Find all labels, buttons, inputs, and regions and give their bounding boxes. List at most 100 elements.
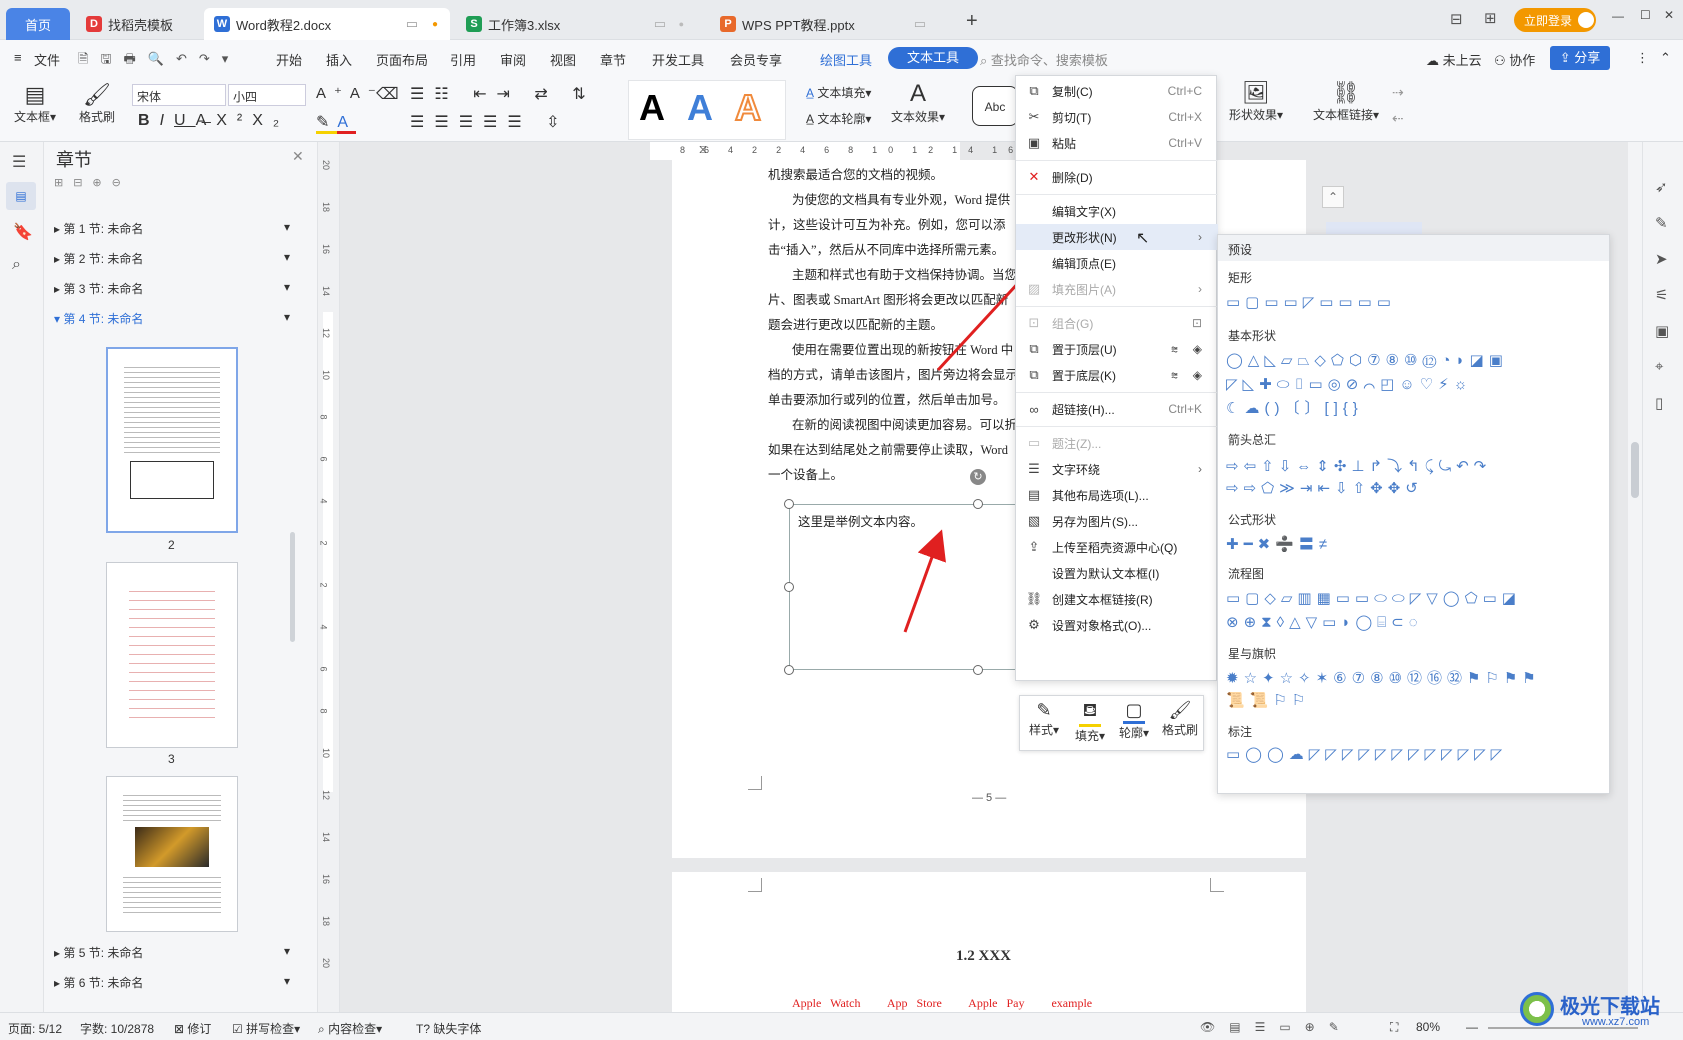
menu-start[interactable]: 开始 bbox=[276, 50, 302, 69]
status-revise[interactable]: ⊠ 修订 bbox=[174, 1020, 211, 1037]
menu-item-bring-front[interactable]: ⧉ 置于顶层(U) ⩬ ◈ bbox=[1016, 336, 1218, 362]
font-style-icons[interactable]: BIUA̶X²X₂ bbox=[138, 112, 289, 130]
menu-item-send-back[interactable]: ⧉ 置于底层(K) ⩬ ◈ bbox=[1016, 362, 1218, 388]
shape-row-stars-1[interactable]: ✹☆✦☆✧✶⑥⑦⑧⑩⑫⑯㉜⚑⚐⚑⚑ bbox=[1226, 667, 1541, 688]
menu-item-save-image[interactable]: ▧ 另存为图片(S)... bbox=[1016, 508, 1218, 534]
menu-insert[interactable]: 插入 bbox=[326, 50, 352, 69]
menu-member[interactable]: 会员专享 bbox=[730, 50, 782, 69]
collab-button[interactable]: ⚇ 协作 bbox=[1494, 50, 1535, 69]
menu-item-fill-image[interactable]: ▨ 填充图片(A) › bbox=[1016, 276, 1218, 302]
menu-item-delete[interactable]: ✕ 删除(D) bbox=[1016, 164, 1218, 190]
zoom-out-icon[interactable]: — bbox=[1466, 1020, 1478, 1034]
shape-effect-button[interactable]: 🖼 形状效果▾ bbox=[1224, 80, 1288, 123]
menu-item-create-link[interactable]: ⛓ 创建文本框链接(R) bbox=[1016, 586, 1218, 612]
menu-item-caption[interactable]: ▭ 题注(Z)... bbox=[1016, 430, 1218, 456]
nav-toolbar-icons[interactable]: ⊞⊟⊕⊖ bbox=[54, 176, 131, 189]
align-bottom-icon[interactable]: ⩬ bbox=[1171, 368, 1178, 383]
menu-item-edit-text[interactable]: 编辑文字(X) bbox=[1016, 198, 1218, 224]
outline-icon[interactable]: ☰ bbox=[12, 152, 26, 172]
outline-button[interactable]: ▢ 轮廓▾ bbox=[1112, 700, 1156, 741]
shape-row-basic-3[interactable]: ☾☁()〔〕[]{} bbox=[1226, 397, 1363, 418]
grid-icon[interactable]: ⊞ bbox=[1484, 9, 1497, 27]
section-item-5[interactable]: ▸ 第 5 节: 未命名 ▾ bbox=[54, 944, 290, 961]
section-item-2[interactable]: ▸ 第 2 节: 未命名 ▾ bbox=[54, 250, 290, 267]
share-button[interactable]: ⇪ 分享 bbox=[1550, 46, 1610, 70]
layers-icon[interactable]: ◈ bbox=[1193, 342, 1202, 356]
status-page[interactable]: 页面: 5/12 bbox=[8, 1020, 62, 1037]
layout-icon[interactable]: ⊟ bbox=[1450, 10, 1463, 28]
book-icon[interactable]: ▯ bbox=[1655, 394, 1663, 412]
shape-style-preview[interactable]: Abc bbox=[972, 86, 1018, 126]
page-thumbnail-4[interactable] bbox=[106, 776, 238, 932]
menu-item-cut[interactable]: ✂ 剪切(T) Ctrl+X bbox=[1016, 104, 1218, 130]
resize-handle[interactable] bbox=[973, 499, 983, 509]
text-style-black[interactable]: A bbox=[639, 87, 665, 129]
section-item-4[interactable]: ▾ 第 4 节: 未命名 ▾ bbox=[54, 310, 290, 327]
menu-item-wrap[interactable]: ☰ 文字环绕 › bbox=[1016, 456, 1218, 482]
menu-reference[interactable]: 引用 bbox=[450, 50, 476, 69]
textbox-content[interactable]: 这里是举例文本内容。 bbox=[798, 511, 923, 530]
style-button[interactable]: ✎ 样式▾ bbox=[1022, 700, 1066, 738]
document-page-next[interactable]: 1.2 XXX Apple Watch App Store Apple Pay … bbox=[672, 872, 1306, 1012]
menu-item-paste[interactable]: ▣ 粘贴 Ctrl+V bbox=[1016, 130, 1218, 156]
tab-home[interactable]: 首页 bbox=[6, 8, 70, 40]
text-outline-button[interactable]: A̲ 文本轮廓▾ bbox=[806, 110, 871, 127]
font-grow-icons[interactable]: A⁺A⁻ bbox=[316, 84, 384, 102]
document-scrollbar[interactable] bbox=[1628, 142, 1642, 1012]
format-painter-button[interactable]: 🖌 格式刷 bbox=[72, 82, 122, 125]
tab-word-doc[interactable]: W Word教程2.docx ▭ ● bbox=[204, 8, 450, 40]
resize-handle[interactable] bbox=[973, 665, 983, 675]
text-fill-button[interactable]: A̲ 文本填充▾ bbox=[806, 84, 871, 101]
shape-row-flow-1[interactable]: ▭▢◇▱▥▦▭▭⬭⬭◸▽◯⬠▭◪ bbox=[1226, 589, 1521, 607]
shape-row-rect[interactable]: ▭▢▭▭◸▭▭▭▭ bbox=[1226, 293, 1396, 311]
menu-item-edit-points[interactable]: 编辑顶点(E) bbox=[1016, 250, 1218, 276]
menu-drawing-tools[interactable]: 绘图工具 bbox=[820, 50, 872, 69]
bookmark-icon[interactable]: 🔖 bbox=[13, 222, 33, 242]
rocket-icon[interactable]: ➶ bbox=[1655, 178, 1668, 196]
size-select[interactable]: 小四 bbox=[228, 84, 306, 106]
menu-view[interactable]: 视图 bbox=[550, 50, 576, 69]
tab-ppt[interactable]: P WPS PPT教程.pptx ▭ bbox=[710, 8, 956, 40]
resize-handle[interactable] bbox=[784, 499, 794, 509]
menu-item-layout-options[interactable]: ▤ 其他布局选项(L)... bbox=[1016, 482, 1218, 508]
sliders-icon[interactable]: ⚟ bbox=[1655, 286, 1668, 304]
link-back-icon[interactable]: ⇠ bbox=[1392, 110, 1404, 127]
shape-row-stars-2[interactable]: 📜📜⚐⚐ bbox=[1226, 691, 1310, 709]
shape-row-arrows-2[interactable]: ⇨⇨⬠≫⇥⇤⇩⇧✥✥↺ bbox=[1226, 479, 1423, 497]
close-pane-icon[interactable]: ✕ bbox=[292, 148, 304, 165]
menu-file[interactable]: 文件 bbox=[34, 50, 60, 69]
font-select[interactable]: 宋体 bbox=[132, 84, 226, 106]
highlight-font-color-icons[interactable]: ✎A bbox=[316, 112, 357, 134]
menu-chapter[interactable]: 章节 bbox=[600, 50, 626, 69]
page-thumbnail-2[interactable] bbox=[106, 347, 238, 533]
layers-icon[interactable]: ◈ bbox=[1193, 368, 1202, 382]
tab-template[interactable]: D 找稻壳模板 bbox=[76, 8, 198, 40]
menu-item-change-shape[interactable]: 更改形状(N) › bbox=[1016, 224, 1218, 250]
shape-row-equation[interactable]: ✚━✖➗〓≠ bbox=[1226, 533, 1332, 554]
menu-item-format-object[interactable]: ⚙ 设置对象格式(O)... bbox=[1016, 612, 1218, 638]
textbox-link-button[interactable]: ⛓ 文本框链接▾ bbox=[1308, 80, 1384, 123]
clear-format-icon[interactable]: ⌫ bbox=[376, 84, 399, 104]
zoom-value[interactable]: 80% bbox=[1416, 1020, 1440, 1034]
link-forward-icon[interactable]: ⇢ bbox=[1392, 84, 1404, 101]
textbox-button[interactable]: ▤ 文本框▾ bbox=[10, 82, 60, 125]
text-style-orange[interactable]: A bbox=[734, 86, 762, 129]
shape-row-flow-2[interactable]: ⊗⊕⧗◊△▽▭◗◯⌸⊂◌ bbox=[1226, 613, 1423, 631]
resize-handle[interactable] bbox=[784, 582, 794, 592]
shape-row-basic-1[interactable]: ◯△◺▱⏢◇⬠⬡⑦⑧⑩⑫◔◗◪▣ bbox=[1226, 351, 1508, 369]
scroll-thumb[interactable] bbox=[1631, 442, 1639, 498]
menu-item-group[interactable]: ⊡ 组合(G) ⊡ bbox=[1016, 310, 1218, 336]
page-thumbnail-3[interactable] bbox=[106, 562, 238, 748]
menu-item-upload[interactable]: ⇪ 上传至稻壳资源中心(Q) bbox=[1016, 534, 1218, 560]
nav-scrollbar[interactable] bbox=[290, 532, 295, 642]
menu-item-hyperlink[interactable]: ∞ 超链接(H)... Ctrl+K bbox=[1016, 396, 1218, 422]
image-icon[interactable]: ▣ bbox=[1655, 322, 1669, 340]
close-icon[interactable]: ✕ bbox=[1664, 8, 1674, 22]
menu-layout[interactable]: 页面布局 bbox=[376, 50, 428, 69]
status-spell[interactable]: ☑ 拼写检查▾ bbox=[232, 1020, 300, 1037]
text-style-gallery[interactable]: A A A bbox=[628, 80, 786, 140]
shape-row-basic-2[interactable]: ◸◺✚⬭⌷▭◎⊘⌒◰☺♡⚡☼ bbox=[1226, 375, 1472, 393]
view-mode-icons[interactable]: 👁▤☰▭⊕✎ bbox=[1200, 1020, 1353, 1034]
quick-access-icons[interactable]: 🗎🖫🖶🔍↶↷▾ bbox=[78, 50, 240, 72]
find-icon[interactable]: ⌕ bbox=[12, 256, 21, 274]
